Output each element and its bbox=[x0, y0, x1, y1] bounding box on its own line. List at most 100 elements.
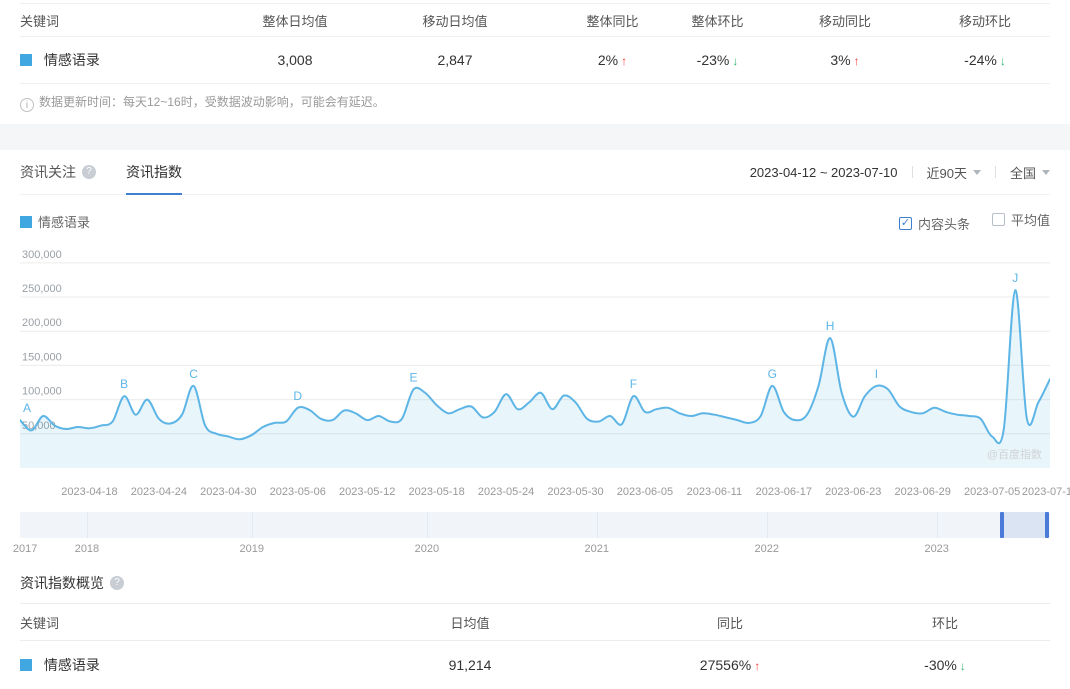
year-label: 2023 bbox=[924, 543, 949, 555]
col-header-keyword: 关键词 bbox=[20, 603, 320, 641]
y-axis-label: 300,000 bbox=[22, 249, 62, 261]
timeline-tick bbox=[936, 512, 938, 538]
note-text: 数据更新时间：每天12~16时，受数据波动影响，可能会有延迟。 bbox=[39, 95, 385, 109]
x-axis-label: 2023-05-30 bbox=[547, 486, 604, 498]
trend-down-icon: ↓ bbox=[999, 54, 1006, 68]
col-header-mobile-yoy: 移动同比 bbox=[770, 3, 920, 37]
tab-news-attention[interactable]: 资讯关注 ? bbox=[20, 150, 96, 194]
x-axis-label: 2023-07-10 bbox=[1021, 486, 1070, 498]
chart-option-checkbox[interactable]: 平均值 bbox=[991, 210, 1050, 229]
divider bbox=[911, 166, 913, 178]
x-axis-label: 2023-06-17 bbox=[755, 486, 812, 498]
point-label: F bbox=[630, 377, 637, 391]
region-select[interactable]: 全国 bbox=[1010, 163, 1050, 182]
region-value: 全国 bbox=[1009, 165, 1036, 181]
x-axis-label: 2023-04-24 bbox=[130, 486, 188, 498]
col-header-mobile-mom: 移动环比 bbox=[920, 3, 1050, 37]
point-label: H bbox=[826, 319, 835, 333]
point-label: E bbox=[409, 370, 417, 384]
series-legend: 情感语录 bbox=[20, 212, 90, 231]
timeline-track[interactable] bbox=[20, 512, 1050, 538]
info-icon: i bbox=[20, 98, 34, 112]
year-label: 2017 bbox=[12, 543, 38, 555]
checkbox-label: 内容头条 bbox=[917, 217, 970, 232]
year-label: 2019 bbox=[239, 543, 264, 555]
chart-options: ✓ 内容头条 平均值 bbox=[877, 210, 1050, 233]
x-axis-label: 2023-06-29 bbox=[894, 486, 951, 498]
timeline-tick bbox=[251, 512, 253, 538]
year-label: 2018 bbox=[74, 543, 100, 555]
timeline-tick bbox=[596, 512, 598, 538]
trend-down-icon: ↓ bbox=[732, 54, 739, 68]
trend-down-icon: ↓ bbox=[959, 658, 966, 673]
watermark: @百度指数 bbox=[987, 447, 1042, 461]
y-axis-label: 150,000 bbox=[22, 351, 62, 363]
slider-selection[interactable] bbox=[999, 512, 1049, 538]
y-axis-label: 100,000 bbox=[22, 386, 62, 398]
chart-canvas[interactable]: 300,000250,000200,000150,000100,00050,00… bbox=[19, 242, 1051, 480]
chart-option-checkbox[interactable]: ✓ 内容头条 bbox=[898, 214, 970, 233]
mom-value: -30% bbox=[924, 656, 957, 673]
legend-row: 情感语录 ✓ 内容头条 平均值 bbox=[20, 195, 1050, 242]
date-range-label: 2023-04-12 ~ 2023-07-10 bbox=[749, 164, 898, 180]
checkbox-unchecked-icon[interactable] bbox=[991, 213, 1005, 226]
x-axis-label: 2023-06-05 bbox=[616, 486, 674, 498]
y-axis-label: 250,000 bbox=[22, 283, 62, 295]
point-label: C bbox=[189, 367, 198, 381]
overall-yoy-value: 2% bbox=[597, 52, 619, 68]
tab-bar: 资讯关注 ? 资讯指数 2023-04-12 ~ 2023-07-10 近90天… bbox=[20, 150, 1050, 195]
timeline-tick bbox=[86, 512, 88, 538]
keyword-summary-section: 关键词 整体日均值 移动日均值 整体同比 整体环比 移动同比 移动环比 情感语录… bbox=[0, 3, 1070, 112]
summary-data-row: 情感语录 3,008 2,847 2% ↑ -23% ↓ 3% ↑ -24% ↓ bbox=[20, 36, 1050, 84]
help-icon[interactable]: ? bbox=[110, 576, 124, 590]
trend-up-icon: ↑ bbox=[621, 54, 628, 68]
point-label: I bbox=[875, 367, 878, 381]
year-label: 2020 bbox=[414, 543, 440, 555]
x-axis-label: 2023-06-11 bbox=[686, 486, 743, 498]
yoy-value: 27556% bbox=[699, 656, 752, 673]
x-axis-label: 2023-04-30 bbox=[200, 486, 257, 498]
tab-label: 资讯关注 bbox=[20, 164, 76, 180]
year-label: 2021 bbox=[584, 543, 610, 555]
x-axis-label: 2023-05-18 bbox=[408, 486, 465, 498]
baidu-index-page: 关键词 整体日均值 移动日均值 整体同比 整体环比 移动同比 移动环比 情感语录… bbox=[0, 3, 1070, 689]
year-label: 2022 bbox=[754, 543, 779, 555]
y-axis-label: 200,000 bbox=[22, 317, 62, 329]
news-index-section: 资讯关注 ? 资讯指数 2023-04-12 ~ 2023-07-10 近90天… bbox=[0, 150, 1070, 689]
col-header-keyword: 关键词 bbox=[20, 3, 240, 37]
x-axis-label: 2023-05-24 bbox=[477, 486, 535, 498]
chevron-down-icon bbox=[972, 169, 981, 175]
trend-chart: 300,000250,000200,000150,000100,00050,00… bbox=[19, 242, 1070, 503]
point-label: B bbox=[120, 377, 128, 391]
section-divider bbox=[0, 124, 1070, 150]
time-range-select[interactable]: 近90天 bbox=[927, 163, 981, 182]
checkbox-checked-icon[interactable]: ✓ bbox=[898, 217, 912, 230]
time-range-value: 近90天 bbox=[926, 165, 967, 181]
overview-title: 资讯指数概览 bbox=[20, 575, 104, 591]
x-axis-label: 2023-05-12 bbox=[339, 486, 396, 498]
slider-handle-right[interactable] bbox=[1044, 512, 1049, 538]
series-legend-label: 情感语录 bbox=[38, 215, 91, 230]
news-index-overview-section: 资讯指数概览 ? 关键词 日均值 同比 环比 情感语录 91,214 27556… bbox=[20, 573, 1050, 689]
area-fill bbox=[20, 290, 1050, 468]
timeline-years: 2017 2018 2019 2020 2021 2022 2023 bbox=[13, 541, 1050, 559]
help-icon[interactable]: ? bbox=[82, 165, 96, 179]
x-axis-label: 2023-05-06 bbox=[269, 486, 326, 498]
trend-up-icon: ↑ bbox=[853, 54, 860, 68]
timeline-tick bbox=[766, 512, 768, 538]
series-color-swatch bbox=[20, 215, 32, 228]
summary-header-row: 关键词 整体日均值 移动日均值 整体同比 整体环比 移动同比 移动环比 bbox=[20, 3, 1050, 37]
slider-handle-left[interactable] bbox=[999, 512, 1004, 538]
trend-up-icon: ↑ bbox=[754, 658, 761, 673]
point-label: A bbox=[23, 401, 31, 415]
tab-news-index[interactable]: 资讯指数 bbox=[126, 150, 182, 195]
overview-data-row: 情感语录 91,214 27556% ↑ -30% ↓ bbox=[20, 641, 1050, 689]
col-header-yoy: 同比 bbox=[620, 603, 840, 641]
col-header-daily-avg: 日均值 bbox=[320, 603, 620, 641]
keyword-label: 情感语录 bbox=[43, 52, 100, 68]
divider bbox=[994, 166, 996, 178]
data-update-note: i 数据更新时间：每天12~16时，受数据波动影响，可能会有延迟。 bbox=[20, 93, 1050, 112]
x-axis-label: 2023-06-23 bbox=[825, 486, 882, 498]
series-color-swatch bbox=[20, 658, 32, 671]
overview-title-row: 资讯指数概览 ? bbox=[20, 573, 1050, 593]
